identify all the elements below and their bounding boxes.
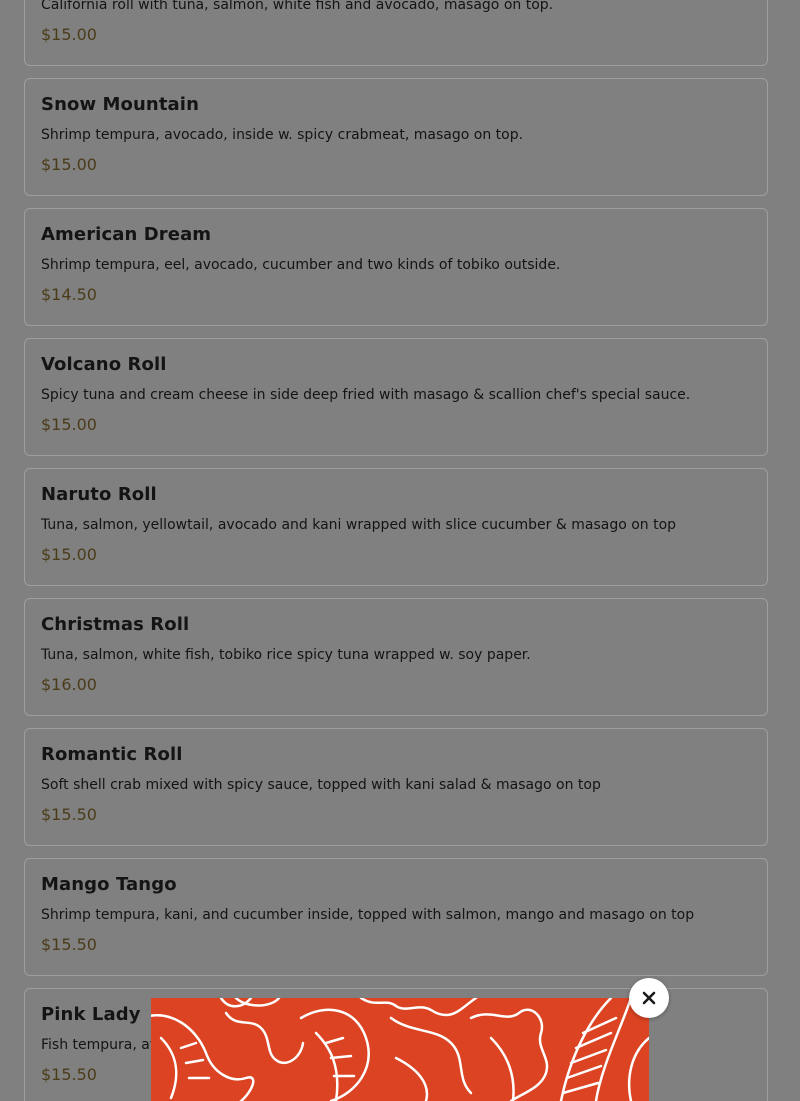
- menu-item-card[interactable]: American Dream Shrimp tempura, eel, avoc…: [24, 208, 768, 326]
- menu-item-name: Naruto Roll: [41, 484, 157, 505]
- menu-item-card[interactable]: California roll with tuna, salmon, white…: [24, 0, 768, 66]
- menu-item-description: Soft shell crab mixed with spicy sauce, …: [41, 777, 601, 793]
- menu-item-price: $15.00: [41, 25, 97, 44]
- menu-item-price: $15.50: [41, 805, 97, 824]
- menu-item-price: $14.50: [41, 285, 97, 304]
- menu-item-card[interactable]: Christmas Roll Tuna, salmon, white fish,…: [24, 598, 768, 716]
- promo-popup[interactable]: [151, 998, 649, 1101]
- menu-item-card[interactable]: Snow Mountain Shrimp tempura, avocado, i…: [24, 78, 768, 196]
- close-popup-button[interactable]: [629, 978, 669, 1018]
- menu-item-name: Volcano Roll: [41, 354, 167, 375]
- close-icon: [642, 991, 656, 1005]
- menu-item-description: Shrimp tempura, eel, avocado, cucumber a…: [41, 257, 561, 273]
- menu-item-card[interactable]: Romantic Roll Soft shell crab mixed with…: [24, 728, 768, 846]
- menu-item-name: Romantic Roll: [41, 744, 183, 765]
- menu-item-description: Tuna, salmon, yellowtail, avocado and ka…: [41, 517, 677, 533]
- menu-item-price: $15.00: [41, 155, 97, 174]
- menu-item-price: $15.00: [41, 415, 97, 434]
- menu-item-price: $16.00: [41, 675, 97, 694]
- menu-item-description: Shrimp tempura, avocado, inside w. spicy…: [41, 127, 524, 143]
- menu-item-name: Christmas Roll: [41, 614, 190, 635]
- menu-item-name: Snow Mountain: [41, 94, 199, 115]
- leaf-pattern-icon: [151, 998, 649, 1101]
- menu-item-card[interactable]: Naruto Roll Tuna, salmon, yellowtail, av…: [24, 468, 768, 586]
- menu-item-price: $15.50: [41, 935, 97, 954]
- menu-item-description: Tuna, salmon, white fish, tobiko rice sp…: [41, 647, 531, 663]
- menu-item-description: California roll with tuna, salmon, white…: [41, 0, 554, 13]
- menu-item-card[interactable]: Volcano Roll Spicy tuna and cream cheese…: [24, 338, 768, 456]
- menu-item-price: $15.00: [41, 545, 97, 564]
- menu-item-list: California roll with tuna, salmon, white…: [24, 0, 768, 1101]
- menu-item-name: Mango Tango: [41, 874, 177, 895]
- menu-item-name: American Dream: [41, 224, 212, 245]
- menu-item-description: Shrimp tempura, kani, and cucumber insid…: [41, 907, 695, 923]
- menu-item-description: Spicy tuna and cream cheese in side deep…: [41, 387, 691, 403]
- menu-item-card[interactable]: Mango Tango Shrimp tempura, kani, and cu…: [24, 858, 768, 976]
